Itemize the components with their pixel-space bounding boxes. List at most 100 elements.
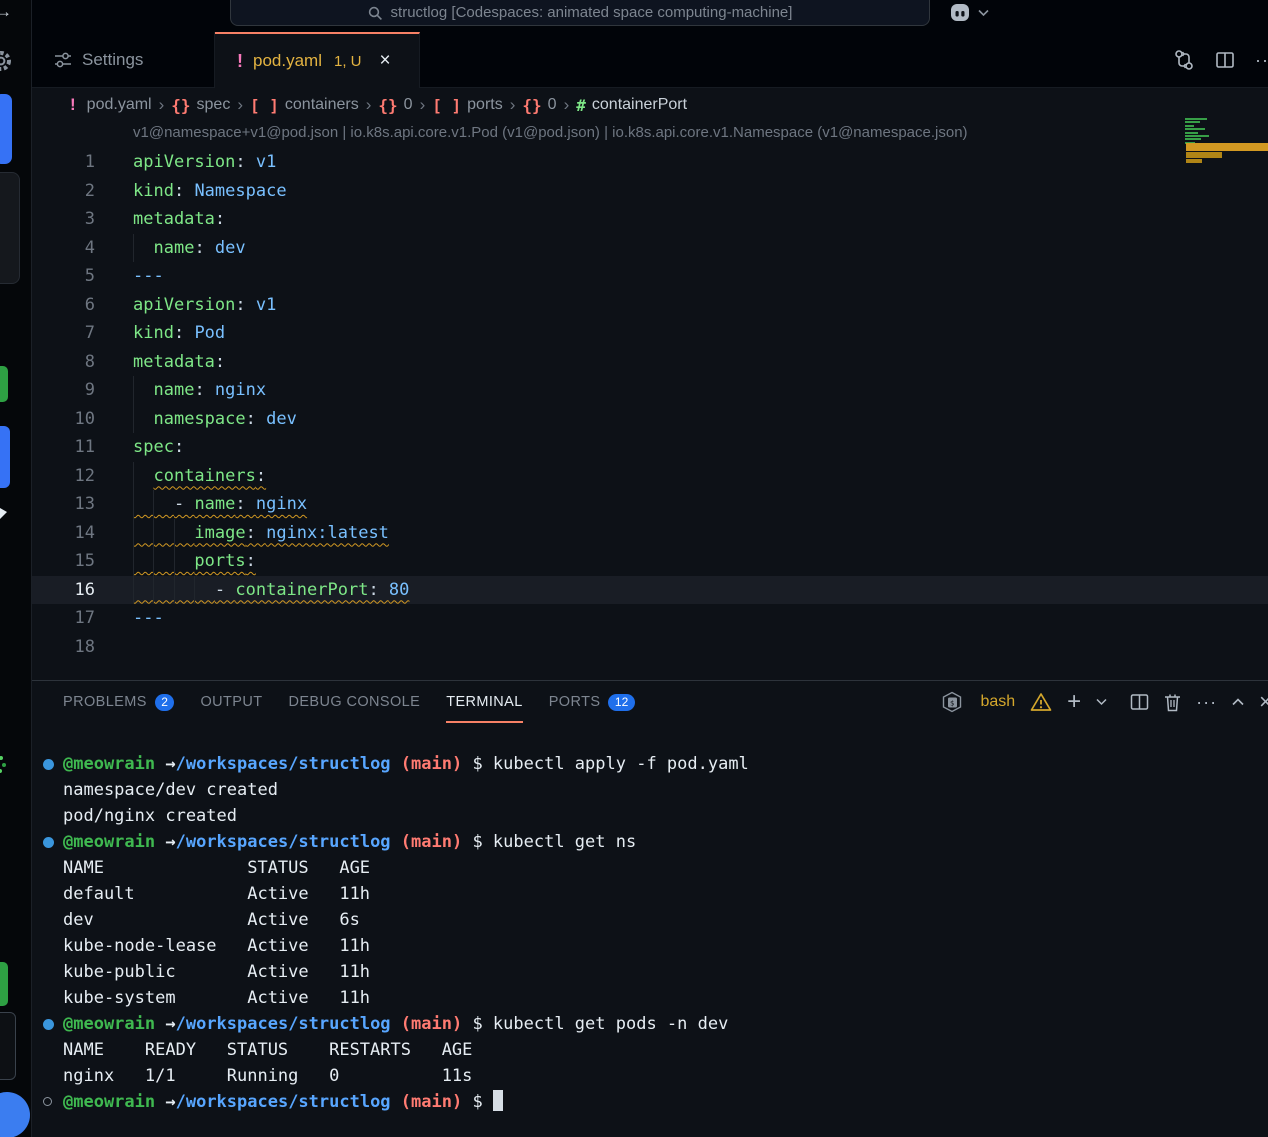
remote-account-indicator[interactable] [948,2,989,24]
minimap-code-mark [1185,132,1198,134]
minimap-code-mark [1185,125,1194,127]
line-number: 6 [32,291,95,320]
open-changes-icon[interactable] [1173,49,1195,71]
editor-line-12: 12 containers: [32,462,1268,491]
indent-guide [153,519,154,548]
breadcrumb-item-spec[interactable]: {}spec [171,96,230,115]
code-token [133,551,194,571]
command-decoration-icon[interactable] [43,759,54,770]
code-token: ports [194,551,245,571]
new-terminal-icon[interactable]: + [1067,692,1081,712]
editor-line-15: 15 ports: [32,547,1268,576]
shell-label[interactable]: bash [980,693,1015,711]
terminal-token: nginx 1/1 Running 0 11s [63,1066,472,1086]
terminal-token: @meowrain [63,754,165,774]
breadcrumb-item-containerPort[interactable]: #containerPort [576,96,687,115]
split-editor-icon[interactable] [1215,50,1235,70]
terminal-line: @meowrain →/workspaces/structlog (main) … [32,751,1268,777]
minimap[interactable] [1185,118,1268,178]
breadcrumb-separator-icon: › [366,95,372,115]
terminal-token: @meowrain [63,832,165,852]
terminal-token: $ [462,1092,493,1112]
line-code: spec: [95,437,184,457]
tab-close-icon[interactable]: × [380,50,391,72]
code-token: : [246,409,266,429]
breadcrumb-item-pod.yaml[interactable]: pod.yaml [87,96,152,114]
command-decoration-icon[interactable] [43,837,54,848]
command-decoration-pending-icon[interactable] [43,1097,52,1106]
line-code: name: dev [95,238,246,258]
line-number: 12 [32,462,95,491]
editor-line-14: 14 image: nginx:latest [32,519,1268,548]
terminal-dropdown-icon[interactable] [1096,698,1107,706]
terminal-token: @meowrain [63,1014,165,1034]
terminal-token: NAME STATUS AGE [63,858,370,878]
indent-guide [174,576,175,605]
panel-tab-label: PROBLEMS [63,694,147,710]
breadcrumb-label: 0 [548,96,557,114]
breadcrumb-item-ports[interactable]: [ ]ports [432,96,502,115]
editor-line-6: 6apiVersion: v1 [32,291,1268,320]
breadcrumb-item-0[interactable]: {}0 [522,96,556,115]
line-number: 17 [32,604,95,633]
tab-file-decorations: 1, U [334,53,362,70]
terminal-token: (main) [401,1092,462,1112]
panel-tab-badge: 12 [608,694,634,711]
panel-tab-problems[interactable]: PROBLEMS 2 [63,681,174,723]
indent-guide [153,490,154,519]
code-token: 80 [389,580,409,600]
panel-tabs: PROBLEMS 2 OUTPUT DEBUG CONSOLE TERMINAL PORT… [32,681,635,723]
panel-more-actions-icon[interactable]: ··· [1196,692,1217,713]
kill-terminal-trash-icon[interactable] [1164,693,1181,712]
split-terminal-icon[interactable] [1130,693,1149,711]
panel-tab-output[interactable]: OUTPUT [200,681,262,723]
terminal[interactable]: @meowrain →/workspaces/structlog (main) … [32,751,1268,1115]
code-token: nginx [215,380,266,400]
indent-guide [133,405,134,434]
breadcrumb-separator-icon: › [159,95,165,115]
minimap-code-mark [1185,138,1201,140]
maximize-panel-icon[interactable] [1232,698,1244,706]
terminal-token [391,754,401,774]
symbol-object-icon: {} [378,96,397,115]
panel-tab-badge: 2 [155,694,175,711]
tab-pod-yaml[interactable]: ! pod.yaml 1, U × [215,32,420,88]
panel-tab-terminal[interactable]: TERMINAL [446,681,523,723]
chat-fab-fragment[interactable] [0,1092,30,1137]
terminal-token: pod/nginx created [63,806,237,826]
breadcrumb-item-0[interactable]: {}0 [378,96,412,115]
panel-tab-label: DEBUG CONSOLE [288,694,420,710]
minimap-code-mark [1185,118,1207,120]
breadcrumb-item-containers[interactable]: [ ]containers [250,96,359,115]
editor-content[interactable]: 1apiVersion: v12kind: Namespace3metadata… [32,148,1268,661]
vscode-codespaces-window: → structlog [Codespaces: animated space … [0,0,1268,1137]
terminal-line: @meowrain →/workspaces/structlog (main) … [32,1089,1268,1115]
code-token: spec [133,437,174,457]
terminal-token: kube-public Active 11h [63,962,370,982]
code-token [133,380,153,400]
editor-line-9: 9 name: nginx [32,376,1268,405]
account-face-icon [948,2,972,24]
command-decoration-icon[interactable] [43,1019,54,1030]
terminal-token: $ kubectl get ns [462,832,636,852]
svg-text:$: $ [950,700,954,708]
line-number: 18 [32,633,95,662]
close-panel-icon[interactable]: × [1259,689,1268,715]
more-actions-icon[interactable]: ··· [1255,50,1268,71]
tab-settings[interactable]: Settings [32,32,215,88]
command-center-search[interactable]: structlog [Codespaces: animated space co… [230,0,930,26]
panel-tab-debug-console[interactable]: DEBUG CONSOLE [288,681,420,723]
indent-guide [153,547,154,576]
panel-tab-ports[interactable]: PORTS12 [549,681,635,723]
editor-line-3: 3metadata: [32,205,1268,234]
line-code: --- [95,608,164,628]
code-token: Pod [194,323,225,343]
terminal-token: /workspaces/structlog [176,754,391,774]
blue-button-fragment [0,94,12,164]
symbol-array-icon: [ ] [432,96,461,115]
code-token [133,409,153,429]
terminal-token [391,1092,401,1112]
indent-guide [194,576,195,605]
indent-guide [133,234,134,263]
terminal-token [391,832,401,852]
